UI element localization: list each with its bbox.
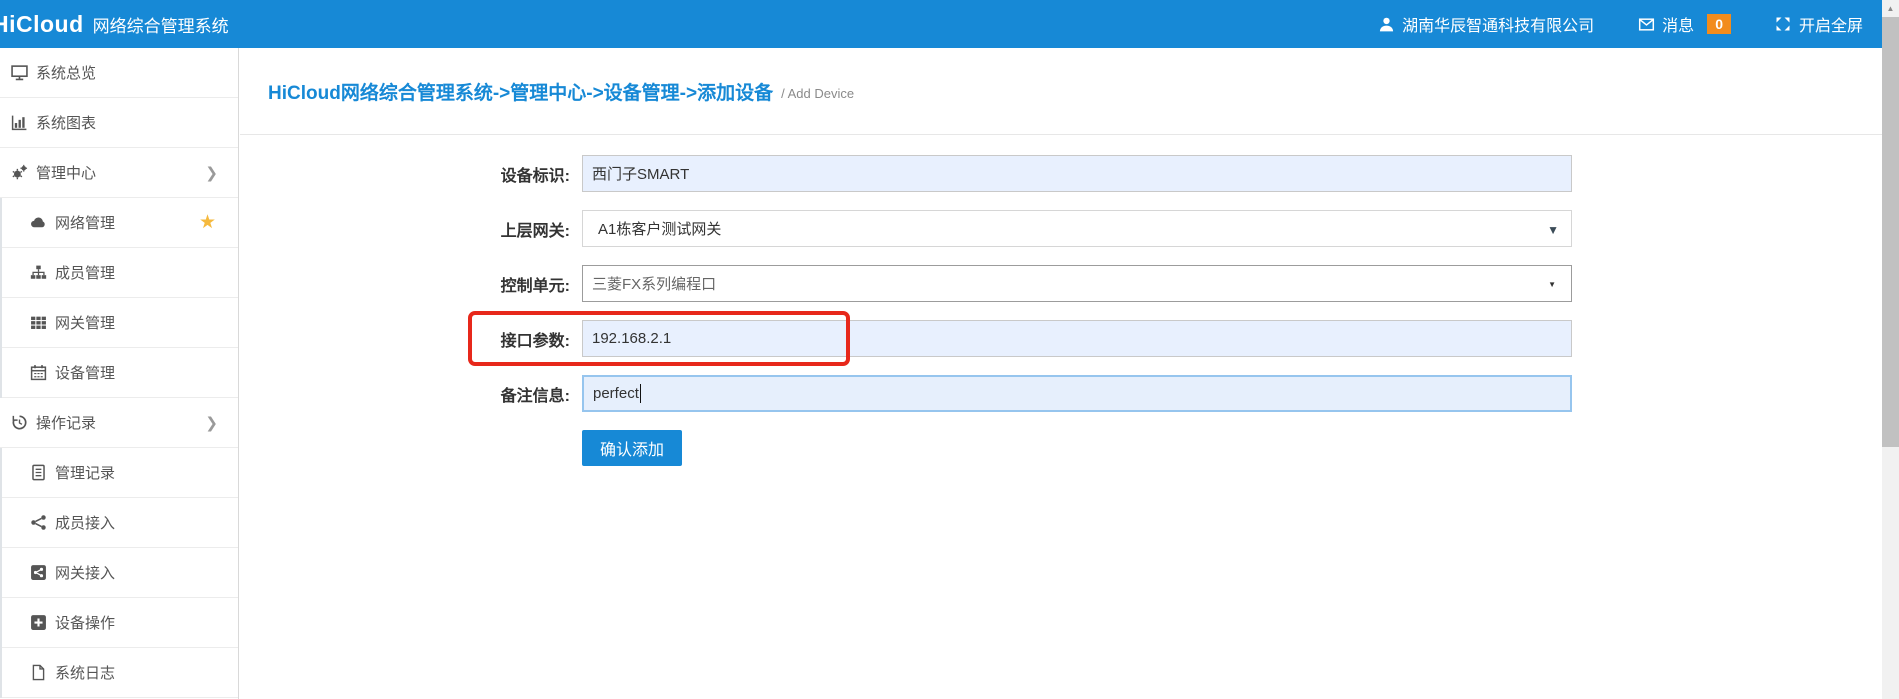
expand-icon [1775, 16, 1792, 33]
control-unit-select[interactable]: 三菱FX系列编程口 ▼ [582, 265, 1572, 302]
breadcrumb-path: HiCloud网络综合管理系统->管理中心->设备管理->添加设备 [268, 78, 773, 105]
fullscreen-label: 开启全屏 [1799, 12, 1863, 36]
grid-icon [30, 314, 47, 331]
share-icon [30, 514, 47, 531]
control-unit-row: 控制单元: 三菱FX系列编程口 ▼ [240, 265, 1882, 302]
sitemap-icon [30, 264, 47, 281]
history-icon [11, 414, 28, 431]
sidebar-item-device-management[interactable]: 设备管理 [2, 348, 238, 398]
gateway-value: A1栋客户测试网关 [598, 218, 721, 239]
calendar-icon [30, 364, 47, 381]
sidebar-item-system-charts[interactable]: 系统图表 [0, 98, 238, 148]
device-id-value: 西门子SMART [592, 163, 689, 184]
file-icon [30, 664, 47, 681]
sidebar-item-label: 成员接入 [55, 512, 115, 533]
cloud-icon [30, 214, 47, 231]
sidebar-item-device-operation[interactable]: 设备操作 [2, 598, 238, 648]
messages-label: 消息 [1662, 12, 1694, 36]
company-menu[interactable]: 湖南华辰智通科技有限公司 [1378, 12, 1594, 36]
interface-params-value: 192.168.2.1 [592, 330, 671, 347]
sidebar-item-label: 管理中心 [36, 162, 96, 183]
gateway-select[interactable]: A1栋客户测试网关 ▼ [582, 210, 1572, 247]
brand-logo: HiCloud 网络综合管理系统 [0, 11, 229, 38]
sidebar-item-label: 网关接入 [55, 562, 115, 583]
management-center-submenu: 网络管理 ★ 成员管理 网关管理 设备管理 [0, 198, 238, 398]
remark-row: 备注信息: perfect [240, 375, 1882, 412]
add-device-form: 设备标识: 西门子SMART 上层网关: A1栋客户测试网关 ▼ 控制单元: 三… [240, 135, 1882, 466]
fullscreen-button[interactable]: 开启全屏 [1775, 12, 1863, 36]
sidebar-item-member-management[interactable]: 成员管理 [2, 248, 238, 298]
control-unit-label: 控制单元: [240, 272, 582, 296]
sidebar-item-label: 系统日志 [55, 662, 115, 683]
sidebar-item-label: 设备管理 [55, 362, 115, 383]
remark-value: perfect [593, 385, 639, 402]
interface-params-label: 接口参数: [240, 327, 582, 351]
sidebar-item-label: 操作记录 [36, 412, 96, 433]
scrollbar-up-arrow-icon[interactable]: ▲ [1882, 0, 1899, 17]
star-icon: ★ [199, 211, 216, 234]
sidebar-item-label: 管理记录 [55, 462, 115, 483]
company-name: 湖南华辰智通科技有限公司 [1402, 12, 1594, 36]
envelope-icon [1638, 16, 1655, 33]
interface-params-row: 接口参数: 192.168.2.1 [240, 320, 1882, 357]
sidebar-item-management-center[interactable]: 管理中心 ❯ [0, 148, 238, 198]
sidebar-item-management-records[interactable]: 管理记录 [2, 448, 238, 498]
device-id-label: 设备标识: [240, 162, 582, 186]
plus-square-icon [30, 614, 47, 631]
text-cursor [640, 384, 641, 403]
gears-icon [11, 164, 28, 181]
chevron-right-icon: ❯ [205, 164, 218, 182]
document-icon [30, 464, 47, 481]
user-icon [1378, 16, 1395, 33]
breadcrumb-suffix: / Add Device [781, 81, 854, 101]
gateway-label: 上层网关: [240, 217, 582, 241]
messages-count-badge: 0 [1707, 14, 1731, 34]
sidebar-item-label: 系统图表 [36, 112, 96, 133]
bar-chart-icon [11, 114, 28, 131]
desktop-icon [11, 64, 28, 81]
device-id-input[interactable]: 西门子SMART [582, 155, 1572, 192]
sidebar-item-label: 网关管理 [55, 312, 115, 333]
sidebar-item-operation-records[interactable]: 操作记录 ❯ [0, 398, 238, 448]
window-scrollbar[interactable]: ▲ [1882, 0, 1899, 699]
sidebar-item-gateway-management[interactable]: 网关管理 [2, 298, 238, 348]
remark-input[interactable]: perfect [582, 375, 1572, 412]
brand-subtitle: 网络综合管理系统 [93, 12, 229, 37]
sidebar-item-system-log[interactable]: 系统日志 [2, 648, 238, 698]
confirm-add-button[interactable]: 确认添加 [582, 430, 682, 466]
sidebar-nav: 系统总览 系统图表 管理中心 ❯ 网络管理 ★ 成员管理 [0, 48, 239, 699]
sidebar-item-label: 成员管理 [55, 262, 115, 283]
sidebar-item-label: 系统总览 [36, 62, 96, 83]
sidebar-item-label: 设备操作 [55, 612, 115, 633]
sidebar-item-label: 网络管理 [55, 212, 115, 233]
operation-records-submenu: 管理记录 成员接入 网关接入 设备操作 系统日志 [0, 448, 238, 698]
brand-name: HiCloud [0, 11, 84, 38]
top-header: HiCloud 网络综合管理系统 湖南华辰智通科技有限公司 消息 0 开启全屏 [0, 0, 1899, 48]
sidebar-item-system-overview[interactable]: 系统总览 [0, 48, 238, 98]
interface-params-input[interactable]: 192.168.2.1 [582, 320, 1572, 357]
device-id-row: 设备标识: 西门子SMART [240, 155, 1882, 192]
remark-label: 备注信息: [240, 382, 582, 406]
main-content: HiCloud网络综合管理系统->管理中心->设备管理->添加设备 / Add … [240, 48, 1882, 699]
submit-row: 确认添加 [240, 430, 1882, 466]
sidebar-item-gateway-access[interactable]: 网关接入 [2, 548, 238, 598]
sidebar-item-network-management[interactable]: 网络管理 ★ [2, 198, 238, 248]
messages-menu[interactable]: 消息 0 [1638, 12, 1731, 36]
sidebar-item-member-access[interactable]: 成员接入 [2, 498, 238, 548]
control-unit-value: 三菱FX系列编程口 [592, 273, 716, 294]
share-square-icon [30, 564, 47, 581]
caret-down-icon: ▼ [1547, 223, 1559, 237]
caret-down-icon: ▼ [1548, 280, 1556, 289]
scrollbar-thumb[interactable] [1882, 17, 1899, 447]
gateway-row: 上层网关: A1栋客户测试网关 ▼ [240, 210, 1882, 247]
chevron-right-icon: ❯ [205, 414, 218, 432]
breadcrumb: HiCloud网络综合管理系统->管理中心->设备管理->添加设备 / Add … [240, 48, 1882, 135]
